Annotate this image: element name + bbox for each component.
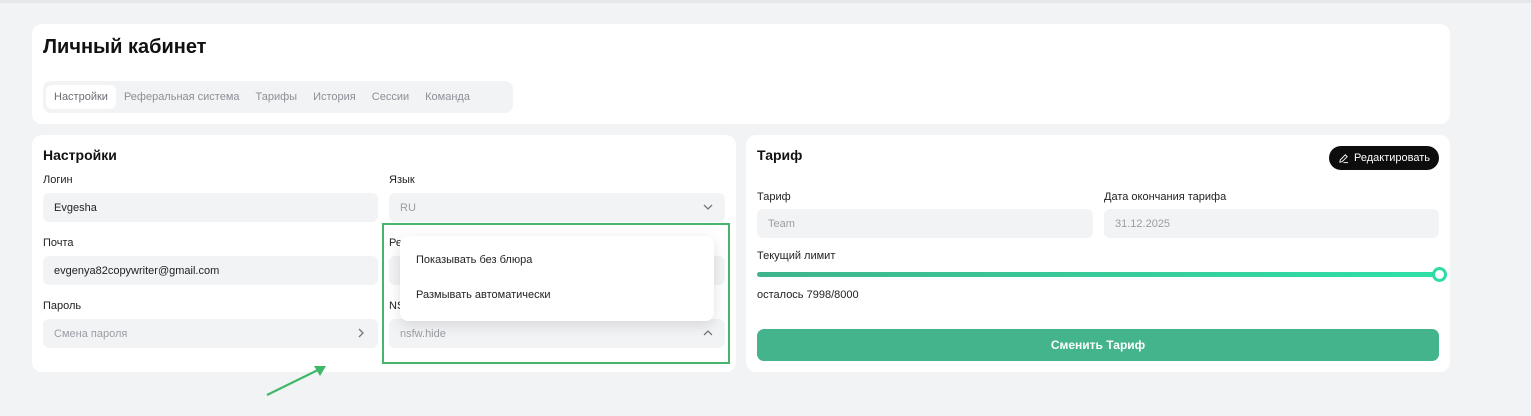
password-field[interactable]: Смена пароля xyxy=(43,319,378,348)
limit-label: Текущий лимит xyxy=(757,250,836,262)
end-date-label: Дата окончания тарифа xyxy=(1104,191,1227,203)
chevron-down-icon xyxy=(703,204,713,210)
pencil-icon xyxy=(1339,153,1349,163)
limit-progress-fill xyxy=(757,272,1439,277)
nsfw-dropdown-menu: Показывать без блюра Размывать автоматич… xyxy=(400,236,714,321)
tab-sessions[interactable]: Сессии xyxy=(364,85,417,109)
tab-team[interactable]: Команда xyxy=(417,85,478,109)
settings-title: Настройки xyxy=(43,147,117,163)
top-divider xyxy=(0,0,1531,3)
language-label: Язык xyxy=(389,174,415,186)
limit-remaining: осталось 7998/8000 xyxy=(757,289,859,301)
plan-field: Team xyxy=(757,209,1093,238)
language-select[interactable]: RU xyxy=(389,193,725,222)
dropdown-option-show-unblurred[interactable]: Показывать без блюра xyxy=(416,254,532,266)
chevron-right-icon xyxy=(358,328,364,338)
header-card: Личный кабинет Настройки Реферальная сис… xyxy=(32,24,1450,124)
plan-label: Тариф xyxy=(757,191,791,203)
email-field[interactable]: evgenya82copywriter@gmail.com xyxy=(43,256,378,285)
page-title: Личный кабинет xyxy=(43,36,207,58)
end-date-field: 31.12.2025 xyxy=(1104,209,1439,238)
limit-progress-track xyxy=(757,267,1447,282)
tab-bar: Настройки Реферальная система Тарифы Ист… xyxy=(43,81,513,113)
tariff-title: Тариф xyxy=(757,147,803,163)
limit-progress-knob xyxy=(1431,267,1447,282)
tab-settings[interactable]: Настройки xyxy=(46,85,116,109)
edit-button[interactable]: Редактировать xyxy=(1329,146,1439,170)
login-field[interactable]: Evgesha xyxy=(43,193,378,222)
language-value: RU xyxy=(400,201,416,214)
chevron-up-icon xyxy=(703,330,713,336)
nsfw-select[interactable]: nsfw.hide xyxy=(389,319,725,348)
tariff-card: Тариф Редактировать Тариф Team Дата окон… xyxy=(746,135,1450,372)
dropdown-option-auto-blur[interactable]: Размывать автоматически xyxy=(416,289,551,301)
tab-tariffs[interactable]: Тарифы xyxy=(248,85,306,109)
tab-referral[interactable]: Реферальная система xyxy=(116,85,248,109)
change-tariff-button[interactable]: Сменить Тариф xyxy=(757,329,1439,361)
annotation-arrow-icon xyxy=(266,366,326,396)
email-label: Почта xyxy=(43,237,74,249)
edit-label: Редактировать xyxy=(1354,152,1430,164)
nsfw-value: nsfw.hide xyxy=(400,327,446,340)
password-label: Пароль xyxy=(43,300,82,312)
password-placeholder: Смена пароля xyxy=(54,327,128,340)
tab-history[interactable]: История xyxy=(305,85,364,109)
login-label: Логин xyxy=(43,174,73,186)
